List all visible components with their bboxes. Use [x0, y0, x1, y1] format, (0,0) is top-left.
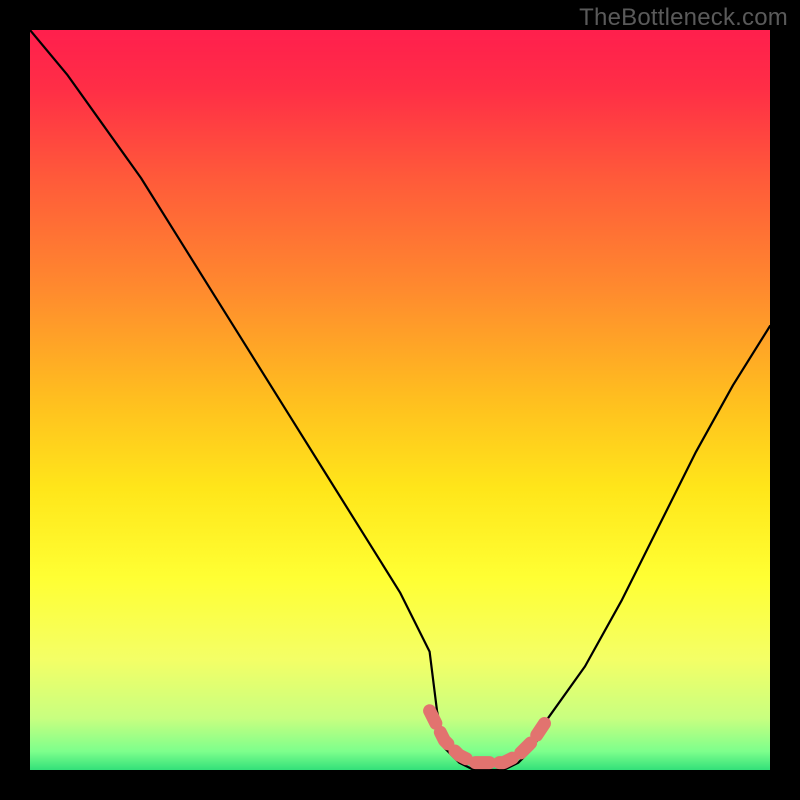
- watermark-text: TheBottleneck.com: [579, 4, 788, 32]
- chart-svg: [30, 30, 770, 770]
- chart-frame: TheBottleneck.com: [0, 0, 800, 800]
- chart-plot-area: [30, 30, 770, 770]
